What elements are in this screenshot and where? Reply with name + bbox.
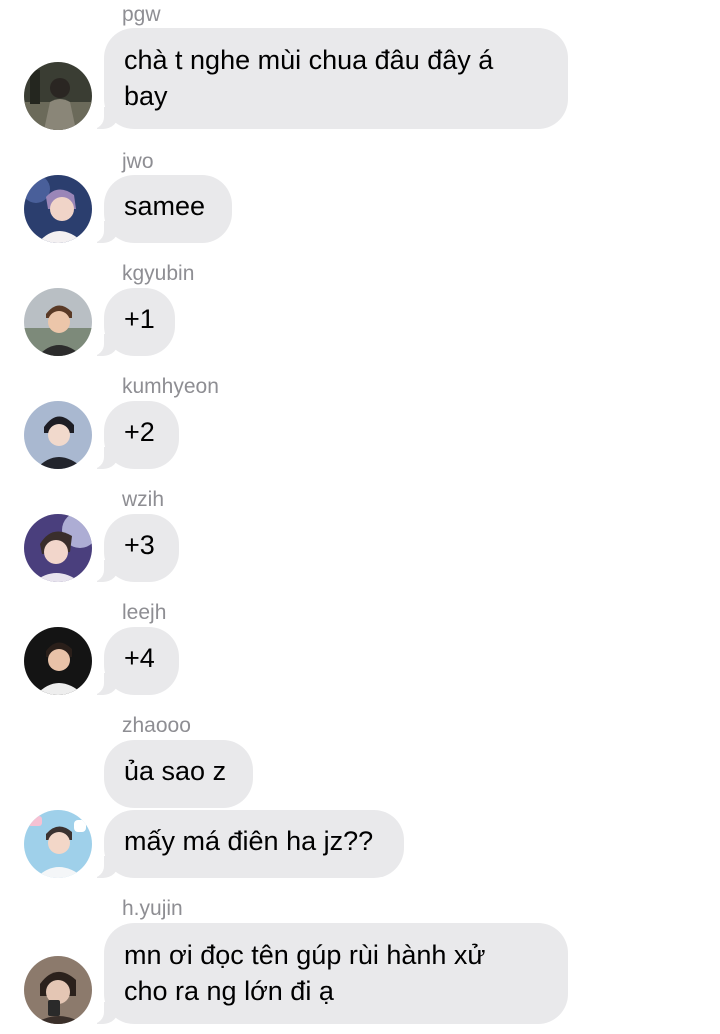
sender-name: leejh xyxy=(122,601,167,624)
message-text-line: +4 xyxy=(124,643,155,673)
avatar[interactable] xyxy=(24,62,92,130)
message-text-line: samee xyxy=(124,191,206,221)
message-text-line: chà t nghe mùi chua đâu đây á xyxy=(124,45,494,75)
message-bubble[interactable]: +1 xyxy=(90,288,175,356)
message-bubble[interactable]: +4 xyxy=(90,627,179,695)
message-bubble[interactable]: +2 xyxy=(90,401,179,469)
avatar[interactable] xyxy=(24,627,92,695)
message-text-line: bay xyxy=(124,81,168,111)
message-bubble[interactable]: mn ơi đọc tên gúp rùi hành xử cho ra ng … xyxy=(90,923,568,1024)
profile-photo-kgyubin xyxy=(24,288,92,356)
profile-photo-zhaooo xyxy=(24,810,92,878)
message-bubble[interactable]: ủa sao z xyxy=(104,740,253,808)
sender-name: jwo xyxy=(122,150,154,173)
profile-photo-leejh xyxy=(24,627,92,695)
message-text-line: +2 xyxy=(124,417,155,447)
profile-photo-wzih xyxy=(24,514,92,582)
profile-photo-pgw xyxy=(24,62,92,130)
profile-photo-hyujin xyxy=(24,956,92,1024)
sender-name: pgw xyxy=(122,3,161,26)
message-text-line: ủa sao z xyxy=(124,756,227,786)
sender-name: h.yujin xyxy=(122,897,183,920)
avatar[interactable] xyxy=(24,810,92,878)
message-bubble[interactable]: samee xyxy=(90,175,232,243)
profile-photo-jwo xyxy=(24,175,92,243)
message-bubble[interactable]: +3 xyxy=(90,514,179,582)
message-text-line: +3 xyxy=(124,530,155,560)
message-text-line: +1 xyxy=(124,304,155,334)
avatar[interactable] xyxy=(24,288,92,356)
sender-name: kumhyeon xyxy=(122,375,219,398)
avatar[interactable] xyxy=(24,514,92,582)
message-bubble[interactable]: mấy má điên ha jz?? xyxy=(90,810,404,878)
sender-name: kgyubin xyxy=(122,262,195,285)
avatar[interactable] xyxy=(24,956,92,1024)
profile-photo-kumhyeon xyxy=(24,401,92,469)
message-text-line: mn ơi đọc tên gúp rùi hành xử xyxy=(124,940,486,970)
message-bubble[interactable]: chà t nghe mùi chua đâu đây á bay xyxy=(90,28,568,129)
message-text-line: cho ra ng lớn đi ạ xyxy=(124,976,334,1006)
avatar[interactable] xyxy=(24,175,92,243)
sender-name: wzih xyxy=(122,488,165,511)
avatar[interactable] xyxy=(24,401,92,469)
sender-name: zhaooo xyxy=(122,714,191,737)
message-text-line: mấy má điên ha jz?? xyxy=(124,826,374,856)
